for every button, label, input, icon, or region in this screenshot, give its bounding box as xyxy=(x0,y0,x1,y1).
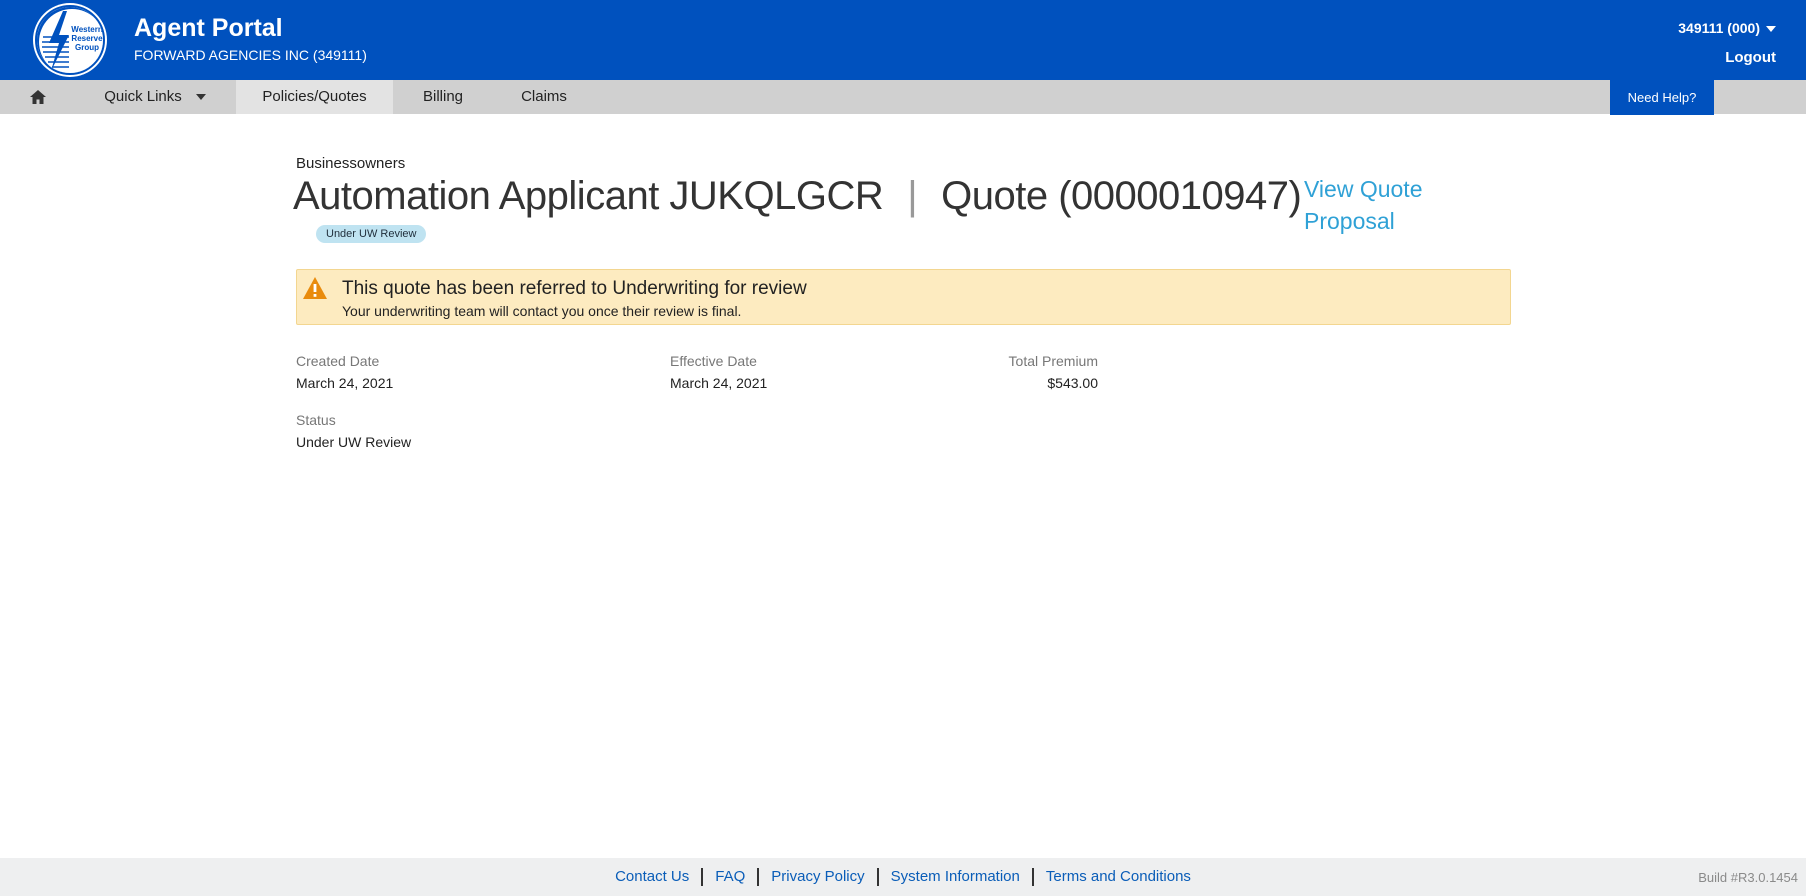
nav-home[interactable] xyxy=(0,80,75,114)
footer-links: Contact Us FAQ Privacy Policy System Inform… xyxy=(0,868,1806,887)
footer-link-terms[interactable]: Terms and Conditions xyxy=(1046,868,1191,885)
app-header: Western Reserve Group Agent Portal FORWA… xyxy=(0,0,1806,80)
footer-link-contact-us[interactable]: Contact Us xyxy=(615,868,689,885)
status-label: Status xyxy=(296,412,336,428)
footer-link-faq[interactable]: FAQ xyxy=(715,868,745,885)
title-separator: | xyxy=(907,174,918,218)
build-number: Build #R3.0.1454 xyxy=(1698,870,1798,885)
alert-title: This quote has been referred to Underwri… xyxy=(342,278,807,299)
agency-name: FORWARD AGENCIES INC (349111) xyxy=(134,47,367,63)
effective-date-value: March 24, 2021 xyxy=(670,375,768,391)
nav-policies-quotes[interactable]: Policies/Quotes xyxy=(236,80,393,114)
status-value: Under UW Review xyxy=(296,434,412,450)
chevron-down-icon xyxy=(1766,26,1776,33)
total-premium-label: Total Premium xyxy=(1008,353,1098,369)
warning-icon xyxy=(303,277,327,299)
applicant-name: Automation Applicant JUKQLGCR xyxy=(293,174,884,218)
page-footer: Contact Us FAQ Privacy Policy System Inform… xyxy=(0,858,1806,896)
footer-divider xyxy=(757,868,760,887)
status-badge: Under UW Review xyxy=(316,225,427,243)
footer-divider xyxy=(876,868,879,887)
main-nav: Quick Links Policies/Quotes Billing Clai… xyxy=(0,80,1806,115)
need-help-button[interactable]: Need Help? xyxy=(1610,80,1714,115)
footer-link-system-information[interactable]: System Information xyxy=(891,868,1020,885)
account-label: 349111 (000) xyxy=(1678,20,1760,36)
chevron-down-icon xyxy=(195,94,206,101)
view-quote-proposal-link[interactable]: View Quote Proposal xyxy=(1304,173,1454,237)
western-reserve-logo[interactable]: Western Reserve Group xyxy=(35,5,105,75)
account-dropdown[interactable]: 349111 (000) xyxy=(1678,20,1776,36)
nav-billing[interactable]: Billing xyxy=(393,80,493,114)
line-of-business: Businessowners xyxy=(296,155,406,172)
nav-claims[interactable]: Claims xyxy=(493,80,595,114)
quick-links-label: Quick Links xyxy=(104,88,182,105)
app-title: Agent Portal xyxy=(134,14,283,42)
referral-alert: This quote has been referred to Underwri… xyxy=(296,269,1511,325)
quote-number: Quote (0000010947) xyxy=(941,174,1302,218)
logo-text: Western Reserve Group xyxy=(71,25,103,52)
total-premium-value: $543.00 xyxy=(1047,375,1098,391)
effective-date-label: Effective Date xyxy=(670,353,757,369)
nav-quick-links[interactable]: Quick Links xyxy=(75,80,235,114)
created-date-label: Created Date xyxy=(296,353,380,369)
logout-link[interactable]: Logout xyxy=(1725,49,1776,66)
alert-message: Your underwriting team will contact you … xyxy=(342,303,742,319)
footer-divider xyxy=(1031,868,1034,887)
page-title: Automation Applicant JUKQLGCR | Quote (000… xyxy=(293,174,1302,219)
home-icon xyxy=(29,90,46,105)
footer-link-privacy-policy[interactable]: Privacy Policy xyxy=(771,868,864,885)
footer-divider xyxy=(701,868,704,887)
created-date-value: March 24, 2021 xyxy=(296,375,394,391)
